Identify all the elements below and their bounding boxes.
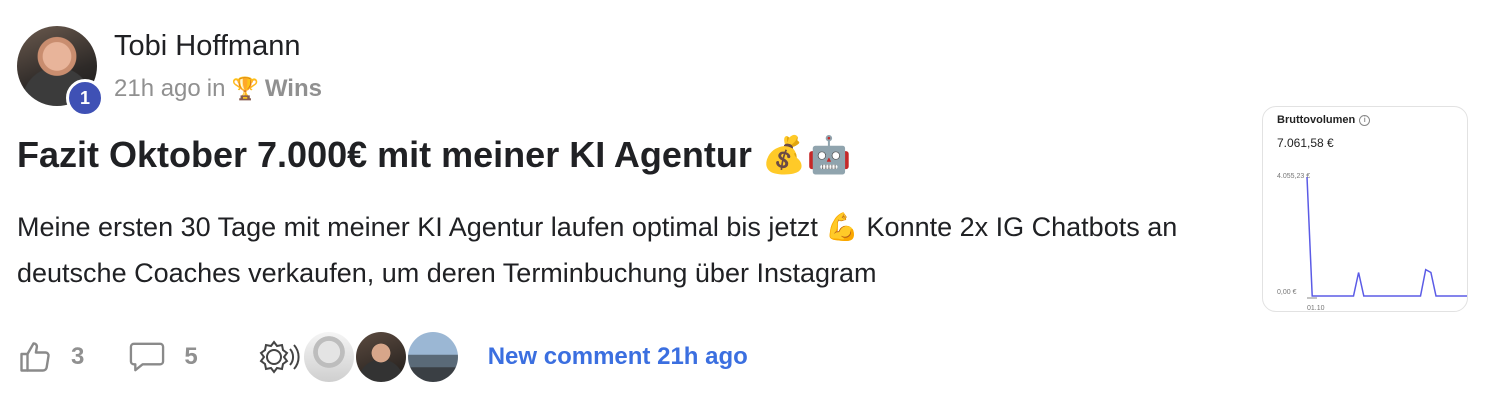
commenter-avatar[interactable]	[407, 332, 458, 382]
trophy-icon: 🏆	[231, 76, 259, 101]
commenter-avatars[interactable]	[251, 332, 458, 382]
y-min-tick-label: 0,00 €	[1277, 289, 1297, 296]
like-button[interactable]: 3	[17, 339, 84, 375]
commenter-avatar[interactable]	[251, 332, 302, 382]
like-count: 3	[71, 343, 85, 370]
ai-gear-icon	[259, 340, 300, 374]
revenue-chart-card[interactable]: Bruttovolumen i 7.061,58 € 4.055,23 € 0,…	[1262, 106, 1468, 312]
revenue-chart: 4.055,23 € 0,00 € 01.10	[1277, 173, 1467, 312]
comment-button[interactable]: 5	[128, 339, 198, 375]
y-max-tick-label: 4.055,23 €	[1277, 173, 1310, 180]
x-tick-label: 01.10	[1307, 305, 1325, 312]
post-actions: 3 5 New comment 21h ago	[17, 330, 748, 384]
series-line	[1306, 176, 1467, 297]
author-name[interactable]: Tobi Hoffmann	[114, 30, 300, 63]
comment-count: 5	[184, 343, 198, 370]
new-comment-link[interactable]: New comment 21h ago	[488, 343, 748, 371]
thumbs-up-icon	[20, 342, 50, 372]
comment-icon	[130, 342, 165, 372]
category-link[interactable]: Wins	[265, 75, 322, 103]
post-time[interactable]: 21h ago	[114, 75, 201, 103]
post-body[interactable]: Meine ersten 30 Tage mit meiner KI Agent…	[17, 204, 1237, 296]
author-avatar-wrapper[interactable]: 1	[17, 26, 104, 117]
level-badge: 1	[66, 79, 104, 117]
post-meta: 21h ago in 🏆 Wins	[114, 75, 322, 103]
commenter-avatar[interactable]	[355, 332, 406, 382]
in-label: in	[206, 75, 226, 102]
commenter-avatar[interactable]	[303, 332, 354, 382]
post-title[interactable]: Fazit Oktober 7.000€ mit meiner KI Agent…	[17, 134, 852, 176]
